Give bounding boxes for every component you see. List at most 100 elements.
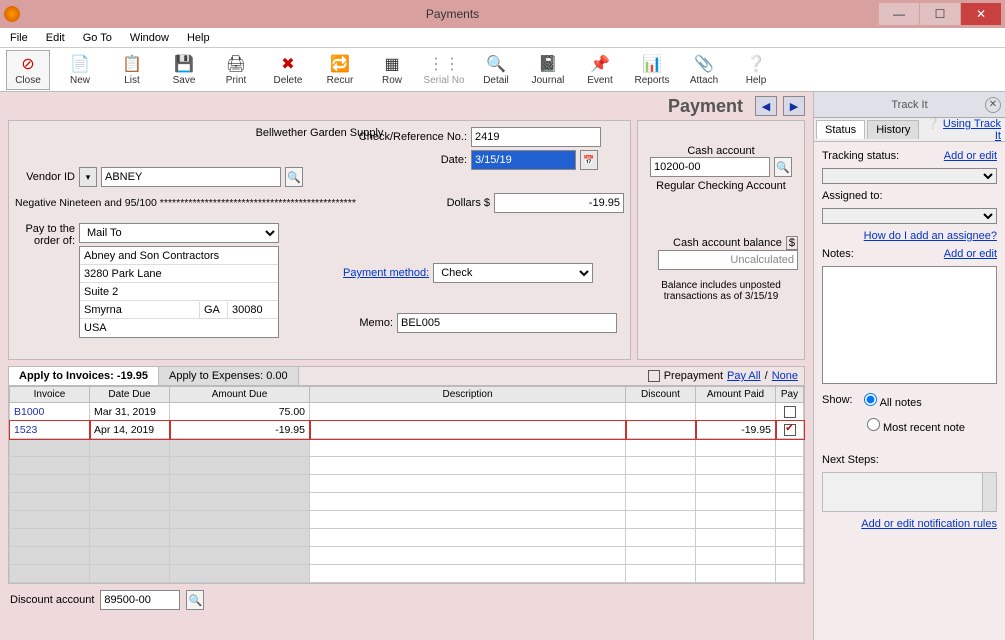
payment-method-select[interactable]: Check bbox=[433, 263, 593, 283]
tab-history[interactable]: History bbox=[867, 120, 919, 139]
checkref-input[interactable] bbox=[471, 127, 601, 147]
page-title: Payment bbox=[668, 96, 743, 117]
payment-method-link[interactable]: Payment method: bbox=[343, 267, 429, 279]
notification-rules-link[interactable]: Add or edit notification rules bbox=[861, 518, 997, 530]
col-invoice[interactable]: Invoice bbox=[10, 387, 90, 403]
event-icon: 📌 bbox=[589, 53, 611, 75]
show-label: Show: bbox=[822, 394, 853, 406]
new-button[interactable]: 📄New bbox=[58, 50, 102, 90]
menu-goto[interactable]: Go To bbox=[83, 32, 112, 44]
table-row[interactable]: B1000 Mar 31, 2019 75.00 bbox=[10, 403, 804, 421]
col-description[interactable]: Description bbox=[310, 387, 626, 403]
scrollbar[interactable] bbox=[982, 473, 996, 511]
track-it-panel: Track It ✕ Status History ❔ Using Track … bbox=[813, 92, 1005, 640]
vendor-id-input[interactable] bbox=[101, 167, 281, 187]
next-record-button[interactable]: ▶ bbox=[783, 96, 805, 116]
list-button[interactable]: 📋List bbox=[110, 50, 154, 90]
pay-checkbox[interactable] bbox=[784, 424, 796, 436]
tracking-status-edit-link[interactable]: Add or edit bbox=[944, 150, 997, 162]
discount-account-label: Discount account bbox=[10, 594, 94, 606]
window-title: Payments bbox=[26, 7, 879, 21]
checkref-label: Check/Reference No.: bbox=[349, 131, 467, 143]
list-icon: 📋 bbox=[121, 53, 143, 75]
notes-edit-link[interactable]: Add or edit bbox=[944, 248, 997, 260]
tab-apply-invoices[interactable]: Apply to Invoices: -19.95 bbox=[9, 367, 159, 385]
panel-close-icon[interactable]: ✕ bbox=[985, 97, 1001, 113]
menu-file[interactable]: File bbox=[10, 32, 28, 44]
dollar-amount-input[interactable] bbox=[494, 193, 624, 213]
addr-state: GA bbox=[200, 302, 228, 318]
delete-button[interactable]: ✖Delete bbox=[266, 50, 310, 90]
pay-none-link[interactable]: None bbox=[772, 370, 798, 382]
tracking-status-label: Tracking status: bbox=[822, 150, 899, 162]
tab-status[interactable]: Status bbox=[816, 120, 865, 139]
detail-icon: 🔍 bbox=[485, 53, 507, 75]
col-pay[interactable]: Pay bbox=[776, 387, 804, 403]
close-window-button[interactable]: ✕ bbox=[961, 3, 1001, 25]
menu-help[interactable]: Help bbox=[187, 32, 210, 44]
invoices-table[interactable]: Invoice Date Due Amount Due Description … bbox=[9, 386, 804, 583]
col-amountdue[interactable]: Amount Due bbox=[170, 387, 310, 403]
minimize-button[interactable]: — bbox=[879, 3, 919, 25]
prev-record-button[interactable]: ◀ bbox=[755, 96, 777, 116]
cash-account-input[interactable] bbox=[650, 157, 770, 177]
tab-apply-expenses[interactable]: Apply to Expenses: 0.00 bbox=[159, 367, 299, 385]
radio-all-notes[interactable] bbox=[864, 393, 877, 406]
addr-name: Abney and Son Contractors bbox=[80, 247, 278, 265]
vendor-id-label: Vendor ID bbox=[15, 171, 75, 183]
assigned-to-select[interactable] bbox=[822, 208, 997, 224]
menu-edit[interactable]: Edit bbox=[46, 32, 65, 44]
payment-header: Payment ◀ ▶ bbox=[8, 92, 805, 120]
addr-city: Smyrna bbox=[80, 302, 200, 318]
col-amountpaid[interactable]: Amount Paid bbox=[696, 387, 776, 403]
help-button[interactable]: ❔Help bbox=[734, 50, 778, 90]
vendor-lookup-icon[interactable]: 🔍 bbox=[285, 167, 303, 187]
discount-lookup-icon[interactable]: 🔍 bbox=[186, 590, 204, 610]
save-button[interactable]: 💾Save bbox=[162, 50, 206, 90]
close-button[interactable]: ⊘Close bbox=[6, 50, 50, 90]
serial-button[interactable]: ⋮⋮Serial No bbox=[422, 50, 466, 90]
row-button[interactable]: ▦Row bbox=[370, 50, 414, 90]
using-trackit-link[interactable]: Using Track It bbox=[943, 118, 1001, 142]
pay-checkbox[interactable] bbox=[784, 406, 796, 418]
event-button[interactable]: 📌Event bbox=[578, 50, 622, 90]
attach-button[interactable]: 📎Attach bbox=[682, 50, 726, 90]
notes-textarea[interactable] bbox=[822, 266, 997, 384]
journal-button[interactable]: 📓Journal bbox=[526, 50, 570, 90]
radio-most-recent[interactable] bbox=[867, 418, 880, 431]
reports-icon: 📊 bbox=[641, 53, 663, 75]
table-row[interactable]: 1523 Apr 14, 2019 -19.95 -19.95 bbox=[10, 421, 804, 439]
memo-input[interactable] bbox=[397, 313, 617, 333]
help-icon: ❔ bbox=[745, 53, 767, 75]
dollar-icon[interactable]: $ bbox=[786, 236, 798, 250]
pay-all-link[interactable]: Pay All bbox=[727, 370, 761, 382]
cash-account-lookup-icon[interactable]: 🔍 bbox=[774, 157, 792, 177]
recur-button[interactable]: 🔁Recur bbox=[318, 50, 362, 90]
next-steps-box[interactable] bbox=[822, 472, 997, 512]
maximize-button[interactable]: ☐ bbox=[920, 3, 960, 25]
discount-account-input[interactable] bbox=[100, 590, 180, 610]
reports-button[interactable]: 📊Reports bbox=[630, 50, 674, 90]
journal-icon: 📓 bbox=[537, 53, 559, 75]
col-datedue[interactable]: Date Due bbox=[90, 387, 170, 403]
menu-window[interactable]: Window bbox=[130, 32, 169, 44]
tracking-status-select[interactable] bbox=[822, 168, 997, 184]
vendor-dropdown-button[interactable]: ▾ bbox=[79, 167, 97, 187]
delete-icon: ✖ bbox=[277, 53, 299, 75]
detail-button[interactable]: 🔍Detail bbox=[474, 50, 518, 90]
close-icon: ⊘ bbox=[17, 53, 39, 75]
prepayment-checkbox[interactable] bbox=[648, 370, 660, 382]
col-discount[interactable]: Discount bbox=[626, 387, 696, 403]
titlebar: Payments — ☐ ✕ bbox=[0, 0, 1005, 28]
date-input[interactable]: 3/15/19 bbox=[471, 150, 576, 170]
mailto-select[interactable]: Mail To bbox=[79, 223, 279, 243]
attach-icon: 📎 bbox=[693, 53, 715, 75]
calendar-icon[interactable]: 📅 bbox=[580, 150, 598, 170]
print-button[interactable]: 🖨Print bbox=[214, 50, 258, 90]
addr-line2: Suite 2 bbox=[80, 283, 278, 301]
add-assignee-link[interactable]: How do I add an assignee? bbox=[864, 230, 997, 242]
address-box[interactable]: Abney and Son Contractors 3280 Park Lane… bbox=[79, 246, 279, 338]
prepayment-label: Prepayment bbox=[664, 370, 723, 382]
row-icon: ▦ bbox=[381, 53, 403, 75]
cash-account-name: Regular Checking Account bbox=[644, 180, 798, 192]
